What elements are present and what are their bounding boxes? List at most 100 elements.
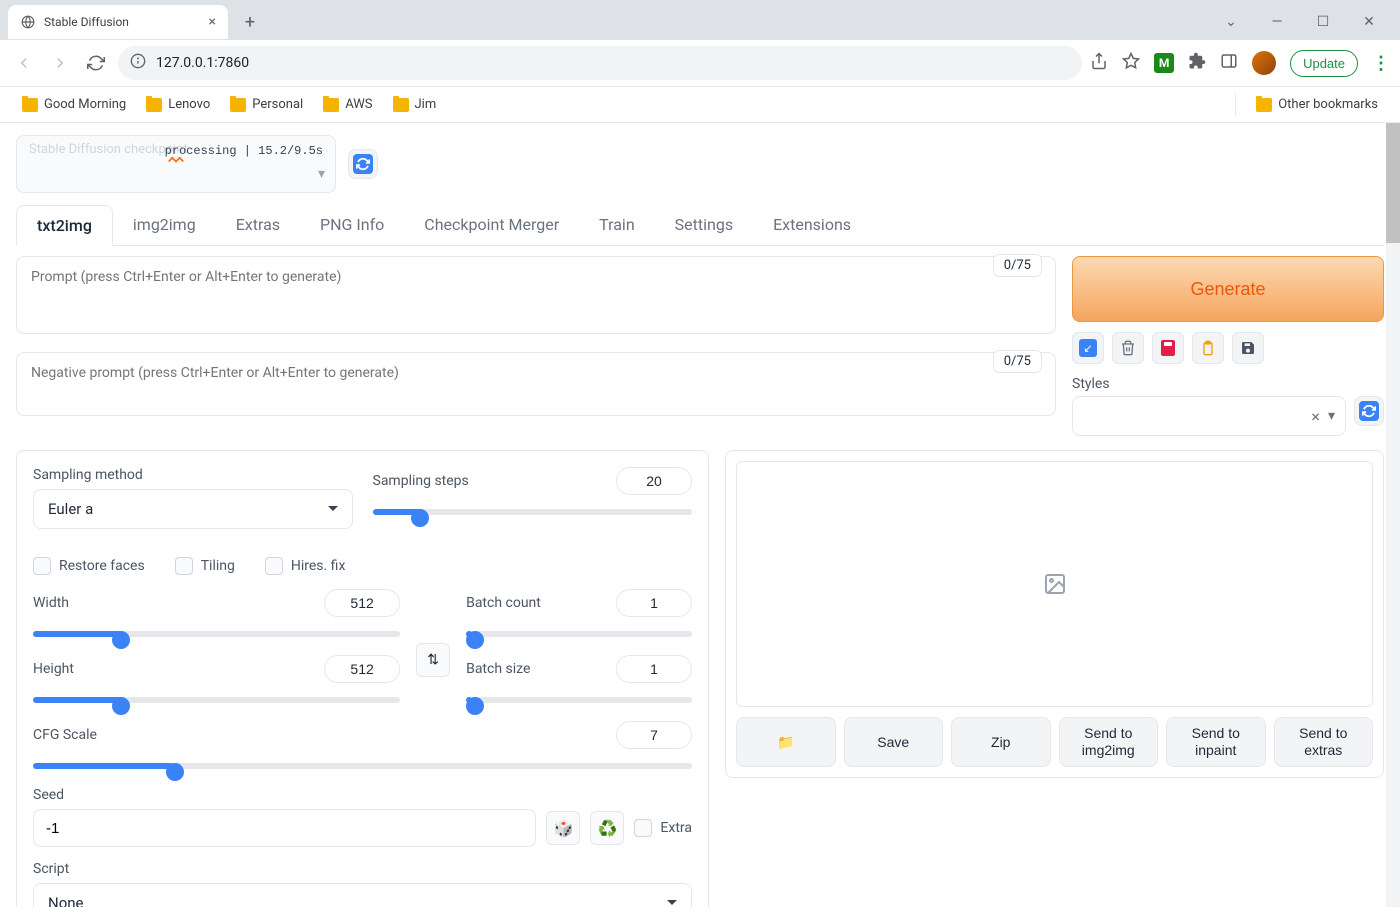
generate-row: 0/75 0/75 Generate ↙ Styles xyxy=(16,256,1384,436)
menu-icon[interactable]: ⋮ xyxy=(1372,53,1390,74)
height-value[interactable] xyxy=(324,655,400,683)
output-panel: 📁 Save Zip Send to img2img Send to inpai… xyxy=(725,450,1384,778)
sampling-steps-slider[interactable] xyxy=(373,509,693,515)
chevron-down-icon[interactable]: ⌄ xyxy=(1208,6,1254,38)
send-extras-button[interactable]: Send to extras xyxy=(1274,717,1374,767)
processing-status: processing | 15.2/9.5s xyxy=(165,144,323,158)
script-label: Script xyxy=(33,861,692,877)
tiling-checkbox[interactable]: Tiling xyxy=(175,557,235,575)
checkbox-row: Restore faces Tiling Hires. fix xyxy=(33,557,692,575)
close-window-button[interactable]: ✕ xyxy=(1346,6,1392,38)
reuse-seed-button[interactable]: ♻️ xyxy=(590,811,624,845)
batch-size-value[interactable] xyxy=(616,655,692,683)
extensions-icon[interactable] xyxy=(1188,52,1206,74)
open-folder-button[interactable]: 📁 xyxy=(736,717,836,767)
checkpoint-selector[interactable]: Stable Diffusion checkpoint processing |… xyxy=(16,135,336,193)
update-button[interactable]: Update xyxy=(1290,50,1358,77)
bookmark-jim[interactable]: Jim xyxy=(385,93,445,116)
bookmark-personal[interactable]: Personal xyxy=(222,93,311,116)
minimize-button[interactable]: — xyxy=(1254,6,1300,38)
address-bar[interactable]: 127.0.0.1:7860 xyxy=(118,46,1082,80)
save-button[interactable]: Save xyxy=(844,717,944,767)
chevron-down-icon: ▾ xyxy=(1328,408,1335,424)
tab-img2img[interactable]: img2img xyxy=(113,205,216,245)
clipboard-icon-button[interactable] xyxy=(1192,332,1224,364)
other-bookmarks[interactable]: Other bookmarks xyxy=(1248,93,1386,116)
refresh-styles-button[interactable] xyxy=(1354,396,1384,426)
tab-txt2img[interactable]: txt2img xyxy=(16,205,113,246)
restore-faces-checkbox[interactable]: Restore faces xyxy=(33,557,145,575)
reload-button[interactable] xyxy=(82,49,110,77)
width-label: Width xyxy=(33,595,69,611)
seed-input[interactable] xyxy=(33,809,536,847)
width-slider[interactable] xyxy=(33,631,400,637)
browser-tab[interactable]: Stable Diffusion × xyxy=(8,5,228,39)
script-select[interactable]: None xyxy=(33,883,692,907)
tab-train[interactable]: Train xyxy=(579,205,655,245)
send-inpaint-button[interactable]: Send to inpaint xyxy=(1166,717,1266,767)
new-tab-button[interactable]: + xyxy=(236,8,264,36)
checkpoint-row: Stable Diffusion checkpoint processing |… xyxy=(16,135,1384,193)
app-viewport: Stable Diffusion checkpoint processing |… xyxy=(0,123,1400,907)
tab-settings[interactable]: Settings xyxy=(655,205,753,245)
bookmark-lenovo[interactable]: Lenovo xyxy=(138,93,218,116)
settings-row: Sampling method Euler a Sampling steps xyxy=(16,450,1384,907)
batch-count-slider[interactable] xyxy=(466,631,692,637)
tab-extras[interactable]: Extras xyxy=(216,205,300,245)
sampling-steps-value[interactable] xyxy=(616,467,692,495)
maximize-button[interactable]: ☐ xyxy=(1300,6,1346,38)
swap-dimensions-button[interactable]: ⇅ xyxy=(416,643,450,677)
profile-avatar[interactable] xyxy=(1252,51,1276,75)
generate-button[interactable]: Generate xyxy=(1072,256,1384,322)
extension-m-icon[interactable]: M xyxy=(1154,53,1174,73)
trash-icon-button[interactable] xyxy=(1112,332,1144,364)
share-icon[interactable] xyxy=(1090,52,1108,74)
refresh-checkpoint-button[interactable] xyxy=(348,149,378,179)
batch-count-value[interactable] xyxy=(616,589,692,617)
card-icon-button[interactable] xyxy=(1152,332,1184,364)
batch-size-slider[interactable] xyxy=(466,697,692,703)
neg-prompt-counter: 0/75 xyxy=(993,350,1042,373)
sampling-method-select[interactable]: Euler a xyxy=(33,489,353,529)
browser-chrome: Stable Diffusion × + ⌄ — ☐ ✕ 127.0.0.1:7… xyxy=(0,0,1400,123)
url-text: 127.0.0.1:7860 xyxy=(156,55,249,71)
random-seed-button[interactable]: 🎲 xyxy=(546,811,580,845)
bookmark-aws[interactable]: AWS xyxy=(315,93,380,116)
star-icon[interactable] xyxy=(1122,52,1140,74)
clear-styles-icon[interactable]: × xyxy=(1311,407,1320,426)
globe-icon xyxy=(20,14,36,30)
width-value[interactable] xyxy=(324,589,400,617)
sidepanel-icon[interactable] xyxy=(1220,52,1238,74)
save-icon-button[interactable] xyxy=(1232,332,1264,364)
tab-extensions[interactable]: Extensions xyxy=(753,205,871,245)
output-image-placeholder xyxy=(736,461,1373,707)
scrollbar[interactable] xyxy=(1386,123,1400,907)
forward-button[interactable] xyxy=(46,49,74,77)
height-slider[interactable] xyxy=(33,697,400,703)
extra-seed-checkbox[interactable]: Extra xyxy=(634,819,692,837)
tab-png-info[interactable]: PNG Info xyxy=(300,205,404,245)
cfg-value[interactable] xyxy=(616,721,692,749)
bookmark-good-morning[interactable]: Good Morning xyxy=(14,93,134,116)
batch-count-label: Batch count xyxy=(466,595,541,611)
styles-label: Styles xyxy=(1072,376,1384,392)
bookmarks-bar: Good Morning Lenovo Personal AWS Jim Oth… xyxy=(0,87,1400,123)
prompt-input[interactable] xyxy=(16,256,1056,334)
batch-size-label: Batch size xyxy=(466,661,530,677)
close-icon[interactable]: × xyxy=(209,14,216,30)
zip-button[interactable]: Zip xyxy=(951,717,1051,767)
negative-prompt-input[interactable] xyxy=(16,352,1056,416)
hires-fix-checkbox[interactable]: Hires. fix xyxy=(265,557,346,575)
cfg-slider[interactable] xyxy=(33,763,692,769)
arrow-icon-button[interactable]: ↙ xyxy=(1072,332,1104,364)
output-actions: 📁 Save Zip Send to img2img Send to inpai… xyxy=(736,717,1373,767)
sampling-steps-label: Sampling steps xyxy=(373,473,469,489)
scrollbar-thumb[interactable] xyxy=(1386,123,1400,243)
cfg-label: CFG Scale xyxy=(33,727,97,743)
folder-icon xyxy=(22,98,38,112)
tab-checkpoint-merger[interactable]: Checkpoint Merger xyxy=(404,205,579,245)
back-button[interactable] xyxy=(10,49,38,77)
styles-select[interactable]: × ▾ xyxy=(1072,396,1346,436)
info-icon xyxy=(130,53,146,73)
send-img2img-button[interactable]: Send to img2img xyxy=(1059,717,1159,767)
